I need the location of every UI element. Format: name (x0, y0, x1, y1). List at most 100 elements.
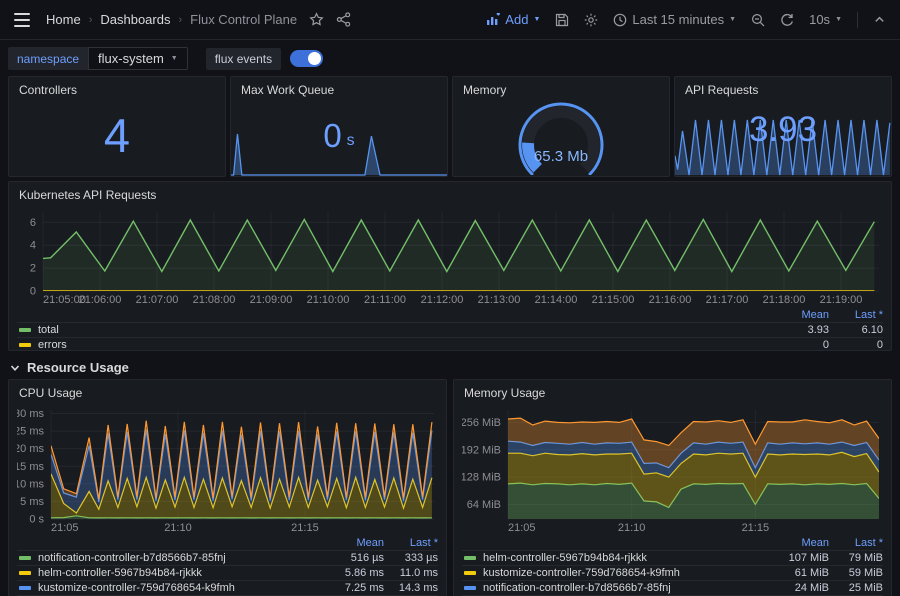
legend-header: MeanLast * (462, 535, 883, 550)
legend-header: MeanLast * (17, 535, 438, 550)
stat-panels-row: Controllers 4 Max Work Queue 0 s Memory … (8, 76, 892, 177)
breadcrumb-separator: › (178, 14, 182, 26)
series-mean-value: 0 (767, 339, 829, 351)
svg-text:21:15:00: 21:15:00 (592, 294, 635, 306)
max-work-queue-unit: s (347, 132, 355, 150)
cpu-usage-legend: MeanLast * notification-controller-b7d856… (9, 535, 446, 596)
legend-header-mean[interactable]: Mean (767, 537, 829, 549)
svg-text:25 ms: 25 ms (17, 426, 44, 438)
top-nav: Home › Dashboards › Flux Control Plane A… (0, 0, 900, 40)
series-mean-value: 5.86 ms (322, 567, 384, 579)
series-color-swatch (19, 343, 31, 347)
series-color-swatch (464, 571, 476, 575)
time-range-picker[interactable]: Last 15 minutes▼ (613, 12, 736, 27)
flux-events-label: flux events (206, 48, 281, 70)
panel-title[interactable]: API Requests (675, 77, 891, 100)
svg-text:2: 2 (30, 263, 36, 275)
svg-text:21:10: 21:10 (618, 522, 646, 534)
svg-text:10 ms: 10 ms (17, 478, 44, 490)
series-color-swatch (19, 556, 31, 560)
series-label[interactable]: kustomize-controller-759d768654-k9fmh (483, 567, 767, 579)
svg-text:192 MiB: 192 MiB (462, 444, 501, 456)
memory-usage-legend: MeanLast *helm-controller-5967b94b84-rjk… (454, 535, 891, 596)
svg-text:256 MiB: 256 MiB (462, 417, 501, 429)
series-label[interactable]: errors (38, 339, 767, 351)
legend-row: errors00 (17, 337, 883, 351)
breadcrumb-current-dashboard: Flux Control Plane (190, 12, 297, 27)
legend-header-last[interactable]: Last * (829, 309, 883, 321)
series-label[interactable]: notification-controller-b7d8566b7-85fnj (38, 552, 322, 564)
svg-text:21:17:00: 21:17:00 (706, 294, 749, 306)
panel-title[interactable]: Controllers (9, 77, 225, 100)
resource-usage-row-toggle[interactable]: Resource Usage (8, 353, 892, 379)
svg-text:15 ms: 15 ms (17, 461, 44, 473)
svg-text:21:18:00: 21:18:00 (763, 294, 806, 306)
series-last-value: 0 (829, 339, 883, 351)
breadcrumb: Home › Dashboards › Flux Control Plane (46, 12, 297, 27)
breadcrumb-home[interactable]: Home (46, 12, 81, 27)
svg-text:21:15: 21:15 (291, 522, 319, 534)
svg-text:21:10: 21:10 (164, 522, 192, 534)
dashboard-settings-icon[interactable] (584, 13, 598, 27)
series-label[interactable]: helm-controller-5967b94b84-rjkkk (38, 567, 322, 579)
legend-header: MeanLast * (17, 307, 883, 322)
legend-header-last[interactable]: Last * (384, 537, 438, 549)
share-icon[interactable] (336, 12, 351, 27)
svg-text:21:16:00: 21:16:00 (649, 294, 692, 306)
series-mean-value: 3.93 (767, 324, 829, 336)
svg-text:6: 6 (30, 217, 36, 229)
series-mean-value: 24 MiB (767, 582, 829, 594)
legend-row: helm-controller-5967b94b84-rjkkk107 MiB7… (462, 550, 883, 565)
zoom-out-icon[interactable] (751, 13, 765, 27)
dashboard-controls: namespace flux-system▼ flux events (0, 40, 900, 73)
panel-memory-gauge: Memory 65.3 Mb (452, 76, 670, 177)
svg-text:21:13:00: 21:13:00 (478, 294, 521, 306)
panel-title[interactable]: Max Work Queue (231, 77, 447, 100)
flux-events-toggle[interactable] (290, 50, 323, 67)
panel-cpu-usage: CPU Usage 21:0521:1021:150 s5 ms10 ms15 … (8, 379, 447, 596)
legend-row: kustomize-controller-759d768654-k9fmh61 … (462, 565, 883, 580)
series-label[interactable]: total (38, 324, 767, 336)
panel-title[interactable]: CPU Usage (9, 380, 446, 403)
panel-max-work-queue: Max Work Queue 0 s (230, 76, 448, 177)
legend-header-mean[interactable]: Mean (322, 537, 384, 549)
svg-text:21:19:00: 21:19:00 (820, 294, 863, 306)
namespace-label: namespace (8, 47, 88, 70)
panel-memory-usage: Memory Usage 21:0521:1021:1564 MiB128 Mi… (453, 379, 892, 596)
panel-title[interactable]: Kubernetes API Requests (9, 182, 891, 205)
add-button[interactable]: Add▼ (486, 12, 540, 27)
star-icon[interactable] (309, 12, 324, 27)
menu-icon[interactable] (14, 13, 30, 27)
svg-text:21:10:00: 21:10:00 (307, 294, 350, 306)
legend-row: helm-controller-5967b94b84-rjkkk5.86 ms1… (17, 565, 438, 580)
panel-title[interactable]: Memory Usage (454, 380, 891, 403)
legend-header-last[interactable]: Last * (829, 537, 883, 549)
series-label[interactable]: notification-controller-b7d8566b7-85fnj (483, 582, 767, 594)
k8s-api-requests-chart[interactable]: 21:05:0021:06:0021:07:0021:08:0021:09:00… (17, 205, 883, 307)
series-label[interactable]: helm-controller-5967b94b84-rjkkk (483, 552, 767, 564)
svg-text:21:11:00: 21:11:00 (364, 294, 406, 306)
save-dashboard-icon[interactable] (555, 13, 569, 27)
legend-row: kustomize-controller-759d768654-k9fmh7.2… (17, 580, 438, 595)
svg-text:0: 0 (30, 286, 36, 298)
legend-header-mean[interactable]: Mean (767, 309, 829, 321)
toggle-knob (308, 52, 321, 65)
refresh-icon[interactable] (780, 13, 794, 27)
series-color-swatch (19, 328, 31, 332)
svg-text:21:05: 21:05 (51, 522, 79, 534)
breadcrumb-dashboards[interactable]: Dashboards (100, 12, 170, 27)
series-color-swatch (19, 571, 31, 575)
collapse-nav-icon[interactable] (873, 13, 886, 26)
panel-title[interactable]: Memory (453, 77, 669, 100)
svg-text:20 ms: 20 ms (17, 443, 44, 455)
svg-text:21:14:00: 21:14:00 (535, 294, 578, 306)
panel-controllers: Controllers 4 (8, 76, 226, 177)
namespace-dropdown[interactable]: flux-system▼ (88, 47, 188, 70)
svg-text:0 s: 0 s (29, 514, 44, 526)
resource-usage-panels-row: CPU Usage 21:0521:1021:150 s5 ms10 ms15 … (8, 379, 892, 596)
series-label[interactable]: kustomize-controller-759d768654-k9fmh (38, 582, 322, 594)
memory-gauge[interactable]: 65.3 Mb (459, 99, 663, 175)
refresh-interval-dropdown[interactable]: 10s▼ (809, 12, 842, 27)
cpu-usage-chart[interactable]: 21:0521:1021:150 s5 ms10 ms15 ms20 ms25 … (17, 403, 438, 535)
memory-usage-chart[interactable]: 21:0521:1021:1564 MiB128 MiB192 MiB256 M… (462, 403, 883, 535)
